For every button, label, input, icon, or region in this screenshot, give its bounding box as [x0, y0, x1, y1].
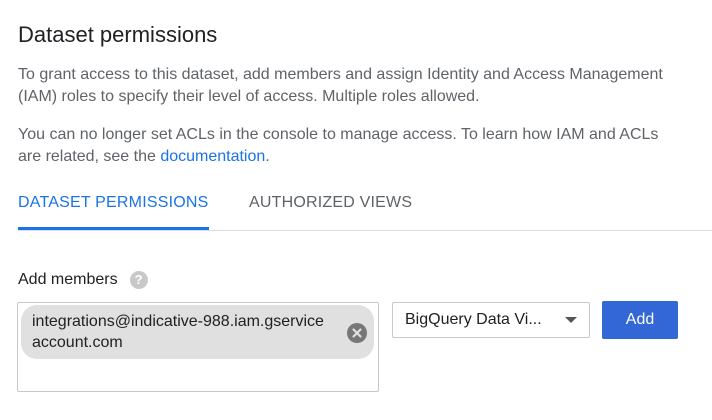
members-input[interactable]: integrations@indicative-988.iam.gservice…: [17, 302, 379, 392]
tab-bar: DATASET PERMISSIONS AUTHORIZED VIEWS: [18, 186, 712, 231]
add-members-header: Add members ?: [18, 270, 148, 290]
description-paragraph: To grant access to this dataset, add mem…: [18, 66, 663, 105]
page-title: Dataset permissions: [18, 22, 218, 47]
member-chip: integrations@indicative-988.iam.gservice…: [21, 305, 374, 359]
chip-remove-icon[interactable]: [347, 323, 367, 343]
role-dropdown[interactable]: BigQuery Data Vi...: [392, 302, 590, 338]
help-circle-icon[interactable]: ?: [129, 271, 148, 289]
acl-notice-paragraph: You can no longer set ACLs in the consol…: [18, 124, 678, 168]
documentation-link[interactable]: documentation: [160, 148, 265, 165]
add-members-label: Add members: [18, 271, 118, 288]
acl-notice-suffix: .: [265, 148, 270, 165]
acl-notice-text: You can no longer set ACLs in the consol…: [18, 126, 659, 165]
role-dropdown-value: BigQuery Data Vi...: [405, 311, 542, 328]
tab-authorized-views[interactable]: AUTHORIZED VIEWS: [249, 194, 412, 229]
dataset-permissions-panel: Dataset permissions To grant access to t…: [0, 0, 712, 420]
chevron-down-icon: [565, 317, 577, 323]
member-chip-label: integrations@indicative-988.iam.gservice…: [32, 313, 324, 351]
add-button[interactable]: Add: [602, 301, 678, 339]
tab-dataset-permissions[interactable]: DATASET PERMISSIONS: [18, 194, 209, 230]
